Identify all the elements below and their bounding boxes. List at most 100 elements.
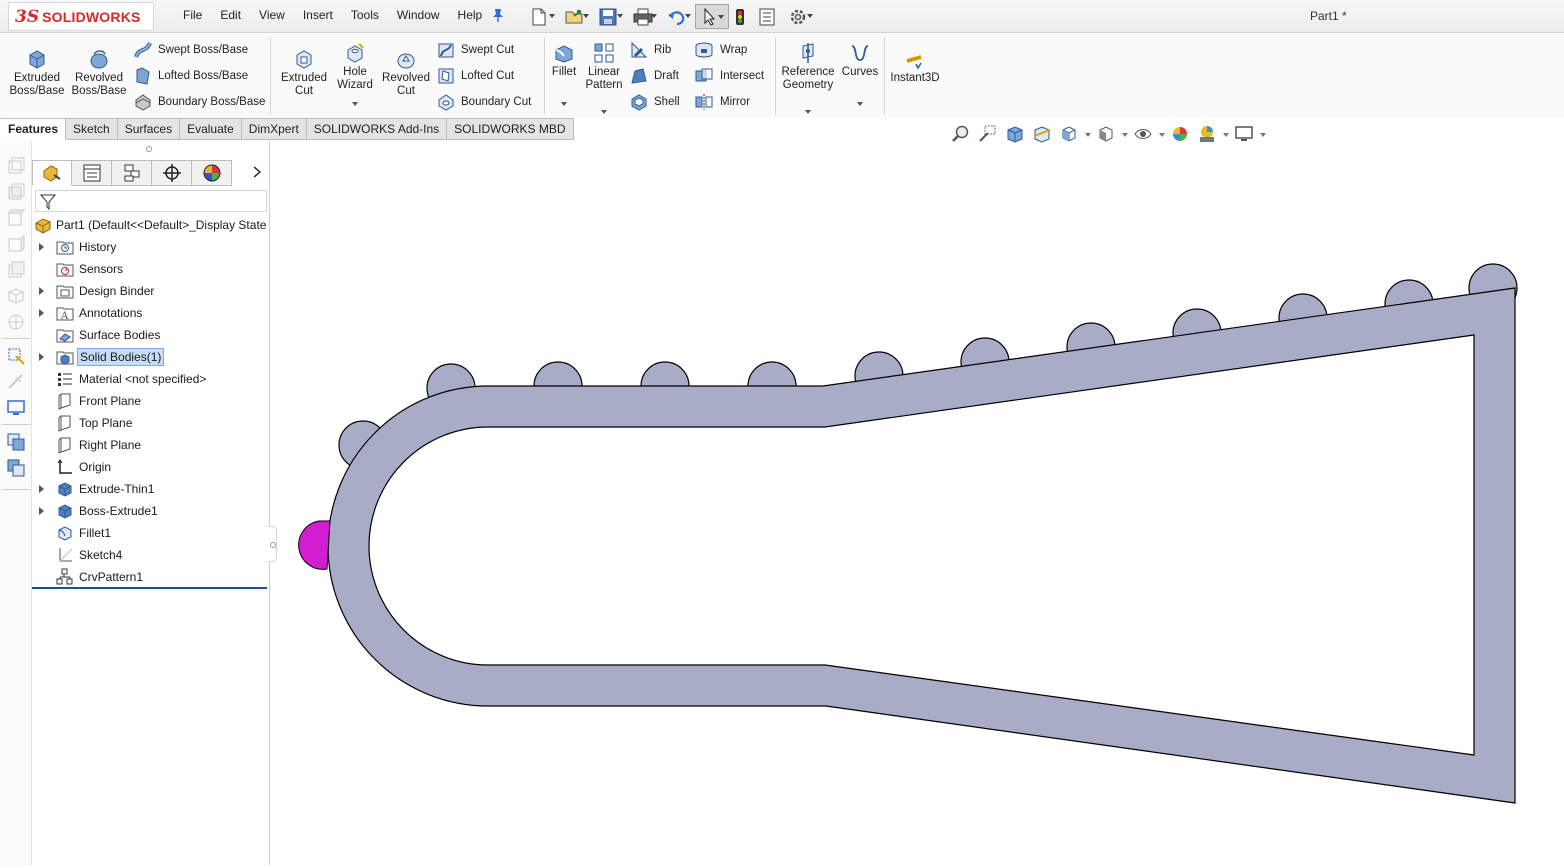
new-document-button[interactable]	[525, 4, 559, 29]
curves-dropdown[interactable]	[857, 102, 863, 106]
menu-edit[interactable]: Edit	[211, 8, 250, 22]
expand-arrow-icon[interactable]	[39, 485, 44, 493]
normal-to-icon[interactable]	[6, 398, 26, 418]
sketch-tool-icon[interactable]	[6, 346, 26, 366]
view-right-icon[interactable]	[6, 234, 26, 254]
rollback-bar[interactable]	[32, 587, 267, 589]
tree-item-fillet1[interactable]: Fillet1	[32, 522, 270, 544]
rebuild-button[interactable]	[729, 4, 753, 29]
tab-features[interactable]: Features	[0, 118, 67, 140]
graphics-area[interactable]	[271, 141, 1564, 865]
tree-item-top-plane[interactable]: Top Plane	[32, 412, 270, 434]
tree-item-material-not-specified[interactable]: Material <not specified>	[32, 368, 270, 390]
tab-surfaces[interactable]: Surfaces	[117, 118, 181, 140]
paste-settings-icon[interactable]	[6, 458, 26, 478]
intersect-button[interactable]: Intersect	[694, 67, 764, 85]
smart-dimension-icon[interactable]	[6, 372, 26, 392]
lofted-boss-button[interactable]: Lofted Boss/Base	[134, 67, 248, 85]
tab-property-manager[interactable]	[72, 160, 112, 186]
curves-button[interactable]: Curves	[840, 42, 880, 106]
open-button[interactable]	[559, 4, 593, 29]
reference-geometry-button[interactable]: Reference Geometry	[779, 42, 837, 114]
fillet-button[interactable]: Fillet	[548, 42, 580, 106]
menu-insert[interactable]: Insert	[294, 8, 342, 22]
select-button[interactable]	[695, 4, 729, 29]
print-button[interactable]	[627, 4, 661, 29]
extruded-boss-button[interactable]: Extruded Boss/Base	[8, 48, 66, 98]
tree-item-annotations[interactable]: A Annotations	[32, 302, 270, 324]
menu-help[interactable]: Help	[449, 8, 492, 22]
extruded-cut-button[interactable]: Extruded Cut	[277, 48, 331, 98]
solidworks-logo[interactable]: 3S SOLIDWORKS	[8, 2, 154, 31]
tree-item-boss-extrude1[interactable]: Boss-Extrude1	[32, 500, 270, 522]
expand-arrow-icon[interactable]	[39, 353, 44, 361]
linear-pattern-dropdown[interactable]	[601, 110, 607, 114]
tree-item-design-binder[interactable]: Design Binder	[32, 280, 270, 302]
menu-window[interactable]: Window	[388, 8, 449, 22]
save-button[interactable]	[593, 4, 627, 29]
view-back-icon[interactable]	[6, 260, 26, 280]
swept-boss-button[interactable]: Swept Boss/Base	[134, 41, 248, 59]
view-trimetric-icon[interactable]	[6, 312, 26, 332]
wrap-button[interactable]: Wrap	[694, 41, 747, 59]
tab-dimxpert-manager[interactable]	[152, 160, 192, 186]
instant3d-button[interactable]: Instant3D	[888, 48, 942, 85]
tab-solidworks-add-ins[interactable]: SOLIDWORKS Add-Ins	[306, 118, 448, 140]
expand-arrow-icon[interactable]	[39, 243, 44, 251]
tree-item-sensors[interactable]: Sensors	[32, 258, 270, 280]
menu-view[interactable]: View	[250, 8, 294, 22]
part-solid-body[interactable]	[327, 287, 1516, 804]
options-button[interactable]	[783, 4, 817, 29]
view-front-icon[interactable]	[6, 182, 26, 202]
tab-solidworks-mbd[interactable]: SOLIDWORKS MBD	[447, 118, 574, 140]
tree-item-history[interactable]: History	[32, 236, 270, 258]
tree-item-solid-bodies-1[interactable]: Solid Bodies(1)	[32, 346, 270, 368]
copy-settings-icon[interactable]	[6, 432, 26, 452]
swept-cut-button[interactable]: Swept Cut	[437, 41, 514, 59]
expand-arrow-icon[interactable]	[39, 309, 44, 317]
tree-item-origin[interactable]: Origin	[32, 456, 270, 478]
hole-wizard-dropdown[interactable]	[352, 102, 358, 106]
model-viewport[interactable]	[271, 141, 1564, 865]
view-isometric-icon[interactable]	[6, 286, 26, 306]
view-top-icon[interactable]	[6, 208, 26, 228]
tab-feature-manager[interactable]	[32, 160, 72, 186]
tree-item-sketch4[interactable]: Sketch4	[32, 544, 270, 566]
expand-arrow-icon[interactable]	[39, 287, 44, 295]
chevron-right-icon[interactable]	[252, 165, 262, 179]
tree-item-right-plane[interactable]: Right Plane	[32, 434, 270, 456]
reference-geometry-dropdown[interactable]	[805, 110, 811, 114]
tree-item-extrude-thin1[interactable]: Extrude-Thin1	[32, 478, 270, 500]
tab-display-manager[interactable]	[192, 160, 232, 186]
tree-root-part[interactable]: Part1 (Default<<Default>_Display State	[32, 214, 270, 236]
selected-bump-highlight[interactable]	[298, 520, 331, 570]
tab-dimxpert[interactable]: DimXpert	[241, 118, 307, 140]
tab-configuration-manager[interactable]	[112, 160, 152, 186]
lofted-cut-button[interactable]: Lofted Cut	[437, 67, 514, 85]
mirror-button[interactable]: Mirror	[694, 93, 750, 111]
view-cube-icon[interactable]	[6, 156, 26, 176]
pin-icon[interactable]	[491, 7, 505, 23]
boundary-boss-button[interactable]: Boundary Boss/Base	[134, 93, 265, 111]
expand-arrow-icon[interactable]	[39, 507, 44, 515]
draft-button[interactable]: Draft	[630, 67, 679, 85]
panel-grip[interactable]	[146, 146, 152, 152]
tab-sketch[interactable]: Sketch	[66, 118, 118, 140]
undo-button[interactable]	[661, 4, 695, 29]
boundary-cut-button[interactable]: Boundary Cut	[437, 93, 531, 111]
revolved-cut-button[interactable]: Revolved Cut	[380, 48, 432, 98]
rib-button[interactable]: Rib	[630, 41, 671, 59]
tree-item-crvpattern1[interactable]: CrvPattern1	[32, 566, 270, 588]
revolved-boss-button[interactable]: Revolved Boss/Base	[70, 48, 128, 98]
menu-tools[interactable]: Tools	[342, 8, 388, 22]
fillet-dropdown[interactable]	[561, 102, 567, 106]
feature-tree-filter[interactable]	[35, 190, 267, 212]
hole-wizard-button[interactable]: Hole Wizard	[332, 42, 378, 106]
tree-item-front-plane[interactable]: Front Plane	[32, 390, 270, 412]
shell-button[interactable]: Shell	[630, 93, 680, 111]
tree-item-surface-bodies[interactable]: Surface Bodies	[32, 324, 270, 346]
file-properties-button[interactable]	[753, 4, 783, 29]
tab-evaluate[interactable]: Evaluate	[180, 118, 242, 140]
linear-pattern-button[interactable]: Linear Pattern	[584, 42, 624, 114]
menu-file[interactable]: File	[174, 8, 211, 22]
